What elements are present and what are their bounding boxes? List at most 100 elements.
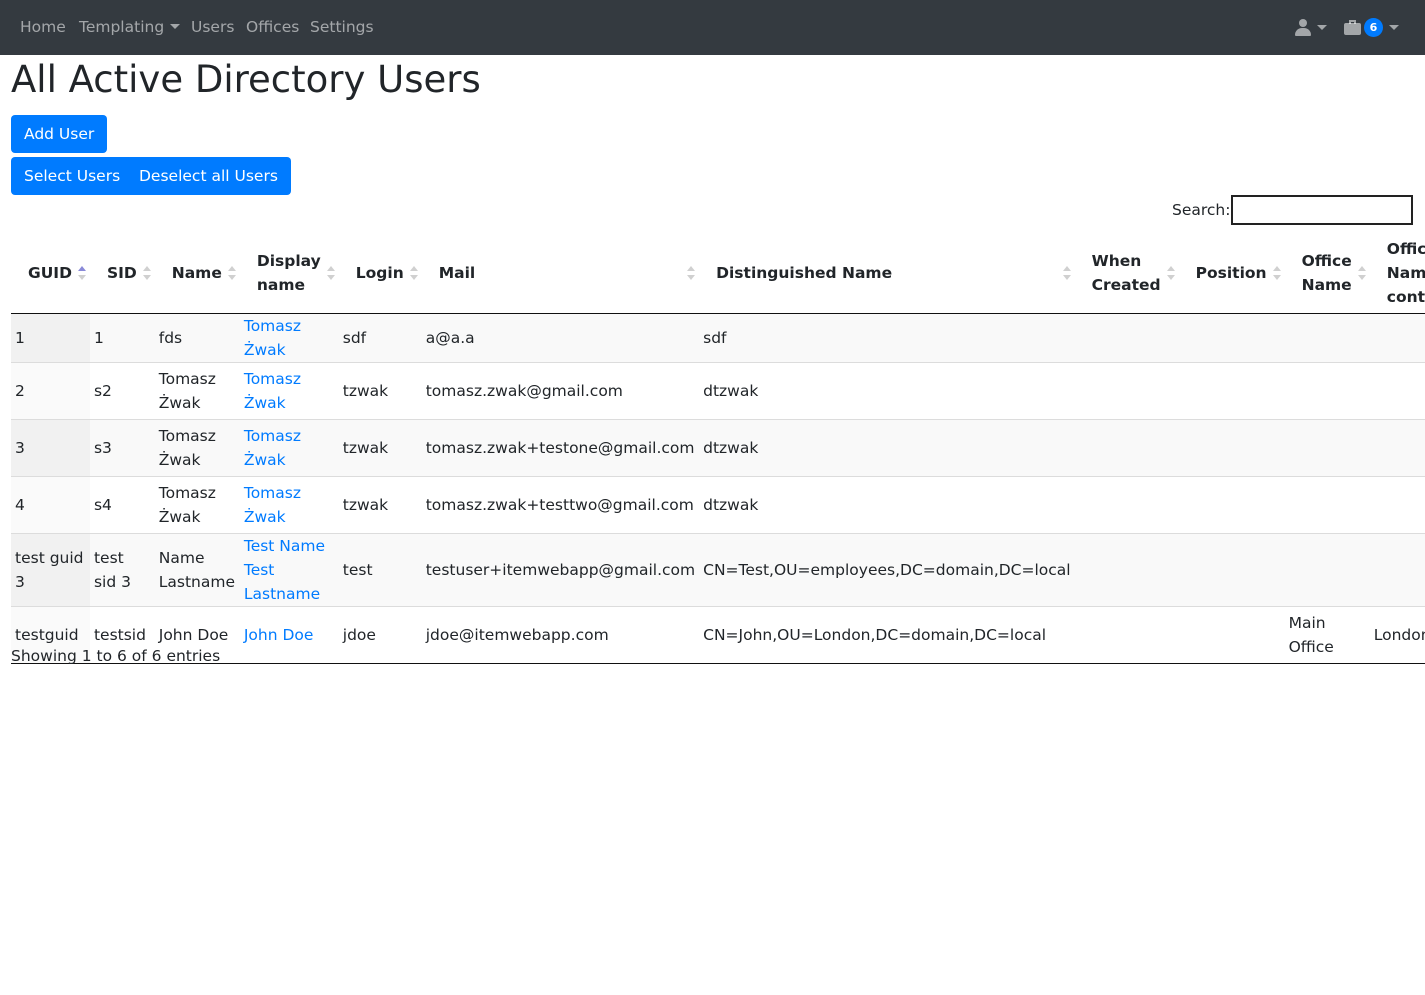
cell-office-name-cont — [1369, 362, 1425, 420]
cell-distinguished-name: CN=Test,OU=employees,DC=domain,DC=local — [699, 533, 1075, 607]
cell-login: tzwak — [338, 419, 422, 477]
cell-display-name: John Doe — [239, 606, 339, 664]
search-input[interactable] — [1231, 195, 1413, 225]
column-header-distinguished-name[interactable]: Distinguished Name — [699, 233, 1075, 314]
column-header-display-name[interactable]: Display name — [239, 233, 339, 314]
table-row[interactable]: 1 1 fds Tomasz Żwak sdf a@a.a sdf — [11, 313, 1425, 363]
cell-mail: jdoe@itemwebapp.com — [421, 606, 700, 664]
sort-icon — [1166, 266, 1175, 280]
cell-when-created — [1074, 362, 1179, 420]
sort-icon — [1357, 266, 1366, 280]
cell-mail: tomasz.zwak+testtwo@gmail.com — [421, 476, 700, 534]
cell-sid: s3 — [89, 419, 155, 477]
search-label: Search: — [1172, 201, 1231, 219]
cell-name: Tomasz Żwak — [154, 476, 240, 534]
table-row[interactable]: 2 s2 Tomasz Żwak Tomasz Żwak tzwak tomas… — [11, 362, 1425, 420]
cell-guid: 3 — [11, 419, 90, 477]
cell-position — [1178, 362, 1285, 420]
cell-sid: 1 — [89, 313, 155, 363]
display-name-link[interactable]: Tomasz Żwak — [244, 427, 301, 469]
chevron-down-icon — [170, 24, 181, 29]
select-users-button[interactable]: Select Users — [11, 157, 134, 195]
nav-offices-link[interactable]: Offices — [246, 0, 299, 55]
column-header-position[interactable]: Position — [1178, 233, 1285, 314]
cell-when-created — [1074, 533, 1179, 607]
sort-ascending-icon — [77, 266, 86, 280]
column-header-guid[interactable]: GUID — [11, 233, 90, 314]
table-header-row: GUID SID Name Display name Login Mail Di… — [11, 233, 1425, 314]
deselect-all-users-button[interactable]: Deselect all Users — [126, 157, 291, 195]
column-header-when-created[interactable]: When Created — [1074, 233, 1179, 314]
cell-office-name-cont — [1369, 313, 1425, 363]
cell-office-name: Main Office — [1284, 606, 1370, 664]
sort-icon — [687, 266, 696, 280]
chevron-down-icon — [1389, 25, 1399, 30]
column-header-sid[interactable]: SID — [89, 233, 155, 314]
cell-when-created — [1074, 313, 1179, 363]
cell-name: fds — [154, 313, 240, 363]
cell-guid: 2 — [11, 362, 90, 420]
column-header-office-name-cont[interactable]: Office Name cont. — [1369, 233, 1425, 314]
column-header-login[interactable]: Login — [338, 233, 422, 314]
display-name-link[interactable]: Test Name Test Lastname — [244, 537, 325, 603]
user-menu-dropdown[interactable] — [1295, 0, 1327, 55]
cell-when-created — [1074, 606, 1179, 664]
cell-when-created — [1074, 476, 1179, 534]
cell-login: tzwak — [338, 476, 422, 534]
nav-settings-link[interactable]: Settings — [310, 0, 374, 55]
cell-mail: tomasz.zwak@gmail.com — [421, 362, 700, 420]
column-header-mail[interactable]: Mail — [421, 233, 700, 314]
cell-office-name-cont — [1369, 419, 1425, 477]
display-name-link[interactable]: Tomasz Żwak — [244, 370, 301, 412]
sort-icon — [326, 266, 335, 280]
cell-office-name-cont: London — [1369, 606, 1425, 664]
cell-login: sdf — [338, 313, 422, 363]
display-name-link[interactable]: Tomasz Żwak — [244, 317, 301, 359]
cell-display-name: Tomasz Żwak — [239, 362, 339, 420]
cell-sid: s4 — [89, 476, 155, 534]
nav-home-link[interactable]: Home — [20, 0, 66, 55]
add-user-button[interactable]: Add User — [11, 115, 108, 153]
user-icon — [1295, 19, 1311, 36]
users-table: GUID SID Name Display name Login Mail Di… — [11, 233, 1425, 664]
nav-users-link[interactable]: Users — [191, 0, 234, 55]
cell-login: jdoe — [338, 606, 422, 664]
display-name-link[interactable]: John Doe — [244, 626, 314, 644]
chevron-down-icon — [1317, 25, 1327, 30]
cell-login: tzwak — [338, 362, 422, 420]
table-row[interactable]: testguid testsid John Doe John Doe jdoe … — [11, 606, 1425, 664]
cell-name: Tomasz Żwak — [154, 419, 240, 477]
table-row[interactable]: test guid 3 test sid 3 Name Lastname Tes… — [11, 533, 1425, 607]
sort-icon — [142, 266, 151, 280]
table-row[interactable]: 3 s3 Tomasz Żwak Tomasz Żwak tzwak tomas… — [11, 419, 1425, 477]
navbar: Home Templating Users Offices Settings 6 — [0, 0, 1425, 55]
cell-office-name-cont — [1369, 476, 1425, 534]
cell-position — [1178, 533, 1285, 607]
cell-distinguished-name: dtzwak — [699, 419, 1075, 477]
cell-office-name — [1284, 362, 1370, 420]
page-title: All Active Directory Users — [11, 58, 481, 101]
column-header-name[interactable]: Name — [154, 233, 240, 314]
cell-display-name: Tomasz Żwak — [239, 476, 339, 534]
cell-distinguished-name: dtzwak — [699, 476, 1075, 534]
cell-display-name: Tomasz Żwak — [239, 313, 339, 363]
cell-display-name: Test Name Test Lastname — [239, 533, 339, 607]
cell-guid: test guid 3 — [11, 533, 90, 607]
cell-sid: s2 — [89, 362, 155, 420]
cell-sid: test sid 3 — [89, 533, 155, 607]
cell-distinguished-name: sdf — [699, 313, 1075, 363]
column-header-office-name[interactable]: Office Name — [1284, 233, 1370, 314]
cell-when-created — [1074, 419, 1179, 477]
nav-templating-dropdown[interactable]: Templating — [79, 0, 181, 55]
cell-office-name — [1284, 533, 1370, 607]
cell-guid: 1 — [11, 313, 90, 363]
briefcase-menu-dropdown[interactable]: 6 — [1344, 0, 1399, 55]
display-name-link[interactable]: Tomasz Żwak — [244, 484, 301, 526]
nav-templating-label: Templating — [79, 18, 165, 36]
cell-position — [1178, 606, 1285, 664]
table-row[interactable]: 4 s4 Tomasz Żwak Tomasz Żwak tzwak tomas… — [11, 476, 1425, 534]
cell-office-name — [1284, 476, 1370, 534]
sort-icon — [1272, 266, 1281, 280]
cell-office-name — [1284, 419, 1370, 477]
cell-office-name — [1284, 313, 1370, 363]
